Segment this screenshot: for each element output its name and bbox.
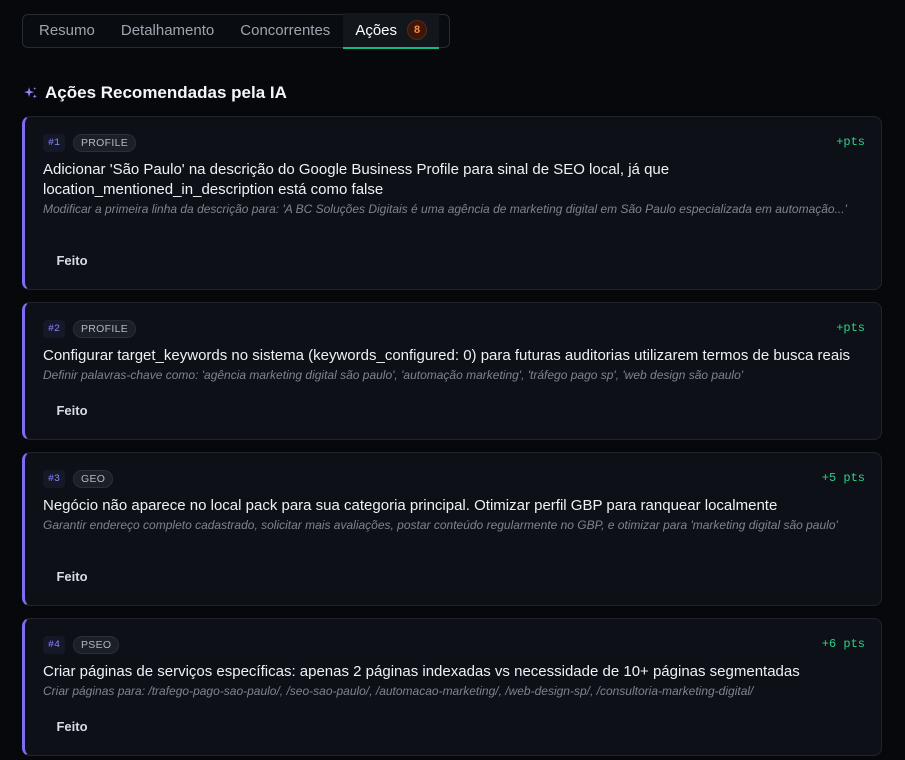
tab-detalhamento[interactable]: Detalhamento (108, 13, 227, 47)
action-description: Criar páginas para: /trafego-pago-sao-pa… (43, 684, 754, 698)
action-rank: #4 (43, 636, 65, 654)
action-points: +5 pts (821, 471, 865, 485)
section-title: Ações Recomendadas pela IA (22, 82, 287, 104)
done-button[interactable]: Feito (43, 560, 101, 592)
action-card: #3 GEO +5 pts Negócio não aparece no loc… (22, 452, 882, 606)
action-rank: #3 (43, 470, 65, 488)
action-points: +6 pts (821, 637, 865, 651)
action-card: #4 PSEO +6 pts Criar páginas de serviços… (22, 618, 882, 756)
done-button[interactable]: Feito (43, 244, 101, 276)
tab-acoes[interactable]: Ações 8 (343, 13, 440, 49)
tab-label: Concorrentes (240, 21, 331, 39)
action-description: Garantir endereço completo cadastrado, s… (43, 518, 838, 532)
tab-label: Ações (355, 21, 398, 39)
tab-label: Resumo (39, 21, 95, 39)
tab-label: Detalhamento (120, 21, 215, 39)
done-button[interactable]: Feito (43, 710, 101, 742)
action-points: +pts (836, 135, 865, 149)
action-category-tag: PSEO (73, 636, 120, 654)
action-category-tag: PROFILE (73, 320, 137, 338)
action-category-tag: GEO (73, 470, 114, 488)
action-description: Modificar a primeira linha da descrição … (43, 202, 847, 216)
tab-resumo[interactable]: Resumo (26, 13, 108, 47)
action-card: #1 PROFILE +pts Adicionar 'São Paulo' na… (22, 116, 882, 290)
tab-concorrentes[interactable]: Concorrentes (227, 13, 343, 47)
actions-count-badge: 8 (407, 20, 428, 40)
tabs-bar: Resumo Detalhamento Concorrentes Ações 8 (22, 13, 450, 49)
action-card: #2 PROFILE +pts Configurar target_keywor… (22, 302, 882, 440)
section-title-text: Ações Recomendadas pela IA (45, 83, 287, 102)
action-description: Definir palavras-chave como: 'agência ma… (43, 368, 744, 382)
action-title: Negócio não aparece no local pack para s… (43, 497, 778, 514)
action-category-tag: PROFILE (73, 134, 137, 152)
action-rank: #1 (43, 134, 65, 152)
action-title: Adicionar 'São Paulo' na descrição do Go… (43, 161, 670, 198)
action-points: +pts (836, 321, 865, 335)
action-title: Configurar target_keywords no sistema (k… (43, 347, 851, 364)
sparkles-icon (24, 86, 37, 98)
done-button[interactable]: Feito (43, 394, 101, 426)
action-rank: #2 (43, 320, 65, 338)
action-title: Criar páginas de serviços específicas: a… (43, 663, 800, 680)
